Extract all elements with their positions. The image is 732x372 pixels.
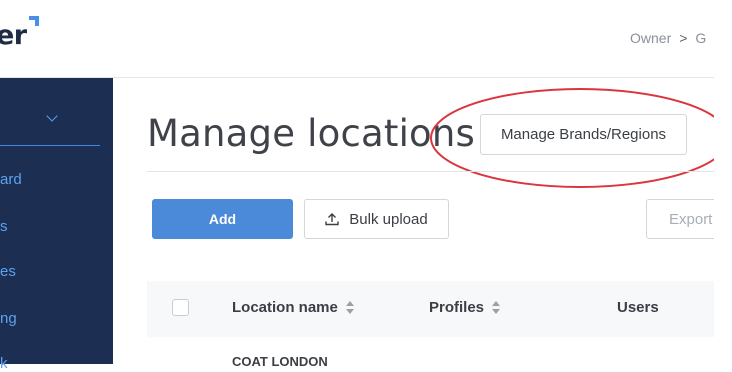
column-header-profiles[interactable]: Profiles [429,299,501,316]
column-header-location-name[interactable]: Location name [232,299,355,316]
top-bar: er Owner > G [0,0,714,78]
breadcrumb-item-owner[interactable]: Owner [630,30,671,46]
table-row-location-name[interactable]: COAT LONDON [232,354,328,369]
column-label: Users [617,299,659,316]
sidebar-item-locations[interactable]: s [0,218,8,235]
breadcrumb-separator: > [679,30,687,46]
bulk-upload-label: Bulk upload [349,211,427,228]
logo-mark-icon [29,16,39,26]
sort-icon[interactable] [492,300,501,316]
location-selector[interactable]: l [0,108,100,146]
app-logo[interactable]: er [0,20,27,51]
add-button[interactable]: Add [152,199,293,239]
sort-icon[interactable] [346,300,355,316]
sidebar-item-listing[interactable]: ng [0,310,17,327]
table-header: Location name Profiles Users [147,281,714,337]
sidebar-item-profiles[interactable]: es [0,263,16,280]
select-all-checkbox[interactable] [172,299,189,316]
header-divider [147,171,714,172]
page-title: Manage locations [147,112,475,155]
column-label: Profiles [429,299,484,316]
column-header-users: Users [617,299,659,316]
breadcrumb: Owner > G [630,30,706,46]
viewport-edge [714,0,732,364]
chevron-down-icon [46,110,57,121]
manage-brands-regions-button[interactable]: Manage Brands/Regions [480,114,687,155]
column-label: Location name [232,299,338,316]
sidebar: l ard s es ng k [0,78,113,364]
bulk-upload-button[interactable]: Bulk upload [304,199,449,239]
breadcrumb-item-current[interactable]: G [695,30,706,46]
upload-icon [325,212,339,226]
sidebar-item-dashboard[interactable]: ard [0,171,22,188]
